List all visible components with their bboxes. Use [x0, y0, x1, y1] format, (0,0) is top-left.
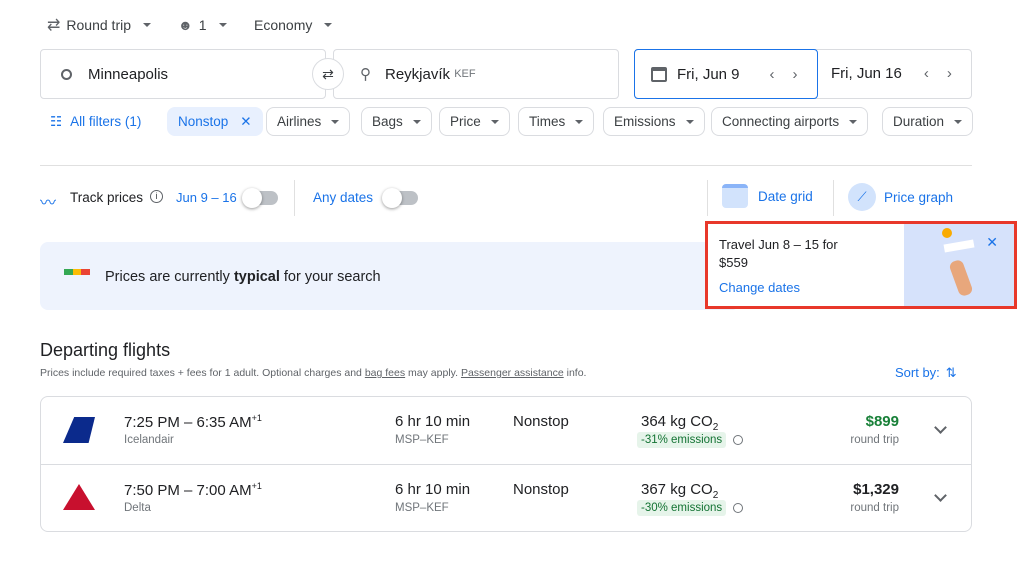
- delta-logo: [63, 484, 95, 510]
- section-title: Departing flights: [40, 340, 170, 361]
- track-prices-toggle[interactable]: [244, 191, 278, 205]
- price-graph-button[interactable]: ⟋ Price graph: [848, 183, 953, 211]
- caret-down-icon: [331, 120, 339, 124]
- filter-airlines[interactable]: Airlines: [266, 107, 350, 136]
- divider: [294, 180, 295, 216]
- info-icon[interactable]: [733, 503, 743, 513]
- swap-arrows-icon: ⇄: [47, 15, 60, 35]
- flight-list: 7:25 PM – 6:35 AM+1 Icelandair 6 hr 10 m…: [40, 396, 972, 532]
- sort-arrows-icon: ⇅: [946, 365, 957, 381]
- caret-down-icon: [686, 120, 694, 124]
- emissions-badge: -30% emissions: [637, 500, 726, 516]
- trend-icon: 〰: [40, 189, 56, 213]
- divider: [40, 165, 972, 166]
- bag-fees-link[interactable]: bag fees: [365, 367, 405, 379]
- chevron-down-icon[interactable]: [934, 421, 947, 434]
- origin-input[interactable]: Minneapolis: [40, 49, 326, 99]
- price-insight-banner: Prices are currently typical for your se…: [40, 242, 740, 310]
- caret-down-icon: [219, 23, 227, 27]
- caret-down-icon: [143, 23, 151, 27]
- info-icon[interactable]: i: [150, 190, 163, 203]
- all-filters-button[interactable]: ☷All filters (1): [40, 107, 151, 136]
- filter-times[interactable]: Times: [518, 107, 594, 136]
- swap-button[interactable]: ⇄: [312, 58, 344, 90]
- caret-down-icon: [491, 120, 499, 124]
- next-date-icon[interactable]: ›: [947, 65, 952, 82]
- trip-type-select[interactable]: ⇄ Round trip: [47, 15, 151, 35]
- prev-date-icon[interactable]: ‹: [924, 65, 929, 82]
- flight-row[interactable]: 7:50 PM – 7:00 AM+1 Delta 6 hr 10 min MS…: [41, 464, 971, 532]
- filter-price[interactable]: Price: [439, 107, 510, 136]
- passengers-select[interactable]: ☻ 1: [178, 15, 227, 35]
- origin-circle-icon: [61, 69, 72, 80]
- cabin-select[interactable]: Economy: [254, 15, 332, 35]
- price: $1,329: [853, 481, 899, 498]
- passenger-assistance-link[interactable]: Passenger assistance: [461, 367, 564, 379]
- filter-nonstop[interactable]: Nonstop✕: [167, 107, 263, 136]
- sliders-icon: ☷: [50, 114, 62, 130]
- caret-down-icon: [413, 120, 421, 124]
- caret-down-icon: [324, 23, 332, 27]
- results-subtitle: Prices include required taxes + fees for…: [40, 367, 586, 379]
- cheaper-dates-popup: Travel Jun 8 – 15 for$559 Change dates ✕: [705, 221, 1017, 309]
- depart-date[interactable]: Fri, Jun 9 ‹›: [634, 49, 818, 99]
- divider: [707, 180, 708, 216]
- info-icon[interactable]: [733, 435, 743, 445]
- caret-down-icon: [954, 120, 962, 124]
- filter-duration[interactable]: Duration: [882, 107, 973, 136]
- next-date-icon[interactable]: ›: [793, 66, 798, 83]
- location-pin-icon: ⚲: [360, 65, 371, 83]
- icelandair-logo: [63, 417, 95, 443]
- divider: [833, 180, 834, 216]
- destination-input[interactable]: ⚲ Reykjavík KEF: [333, 49, 619, 99]
- close-icon[interactable]: ✕: [240, 114, 251, 130]
- track-dates: Jun 9 – 16: [176, 190, 237, 205]
- any-dates-toggle[interactable]: [384, 191, 418, 205]
- return-date[interactable]: Fri, Jun 16 ‹›: [831, 65, 952, 82]
- flight-row[interactable]: 7:25 PM – 6:35 AM+1 Icelandair 6 hr 10 m…: [41, 397, 971, 465]
- any-dates-label: Any dates: [313, 190, 373, 205]
- chevron-down-icon[interactable]: [934, 489, 947, 502]
- price: $899: [866, 413, 899, 430]
- price-level-icon: [64, 269, 90, 275]
- calendar-grid-icon: [722, 184, 748, 208]
- track-prices-label: Track prices: [70, 190, 143, 205]
- calendar-icon: [651, 67, 667, 82]
- close-icon[interactable]: ✕: [986, 234, 998, 251]
- person-icon: ☻: [178, 17, 193, 33]
- emissions-badge: -31% emissions: [637, 432, 726, 448]
- sort-button[interactable]: Sort by:⇅: [895, 365, 957, 381]
- caret-down-icon: [849, 120, 857, 124]
- date-grid-button[interactable]: Date grid: [722, 184, 813, 208]
- filter-bags[interactable]: Bags: [361, 107, 432, 136]
- filter-connecting-airports[interactable]: Connecting airports: [711, 107, 868, 136]
- change-dates-link[interactable]: Change dates: [719, 280, 800, 295]
- prev-date-icon[interactable]: ‹: [770, 66, 775, 83]
- filter-emissions[interactable]: Emissions: [603, 107, 705, 136]
- price-graph-icon: ⟋: [848, 183, 876, 211]
- caret-down-icon: [575, 120, 583, 124]
